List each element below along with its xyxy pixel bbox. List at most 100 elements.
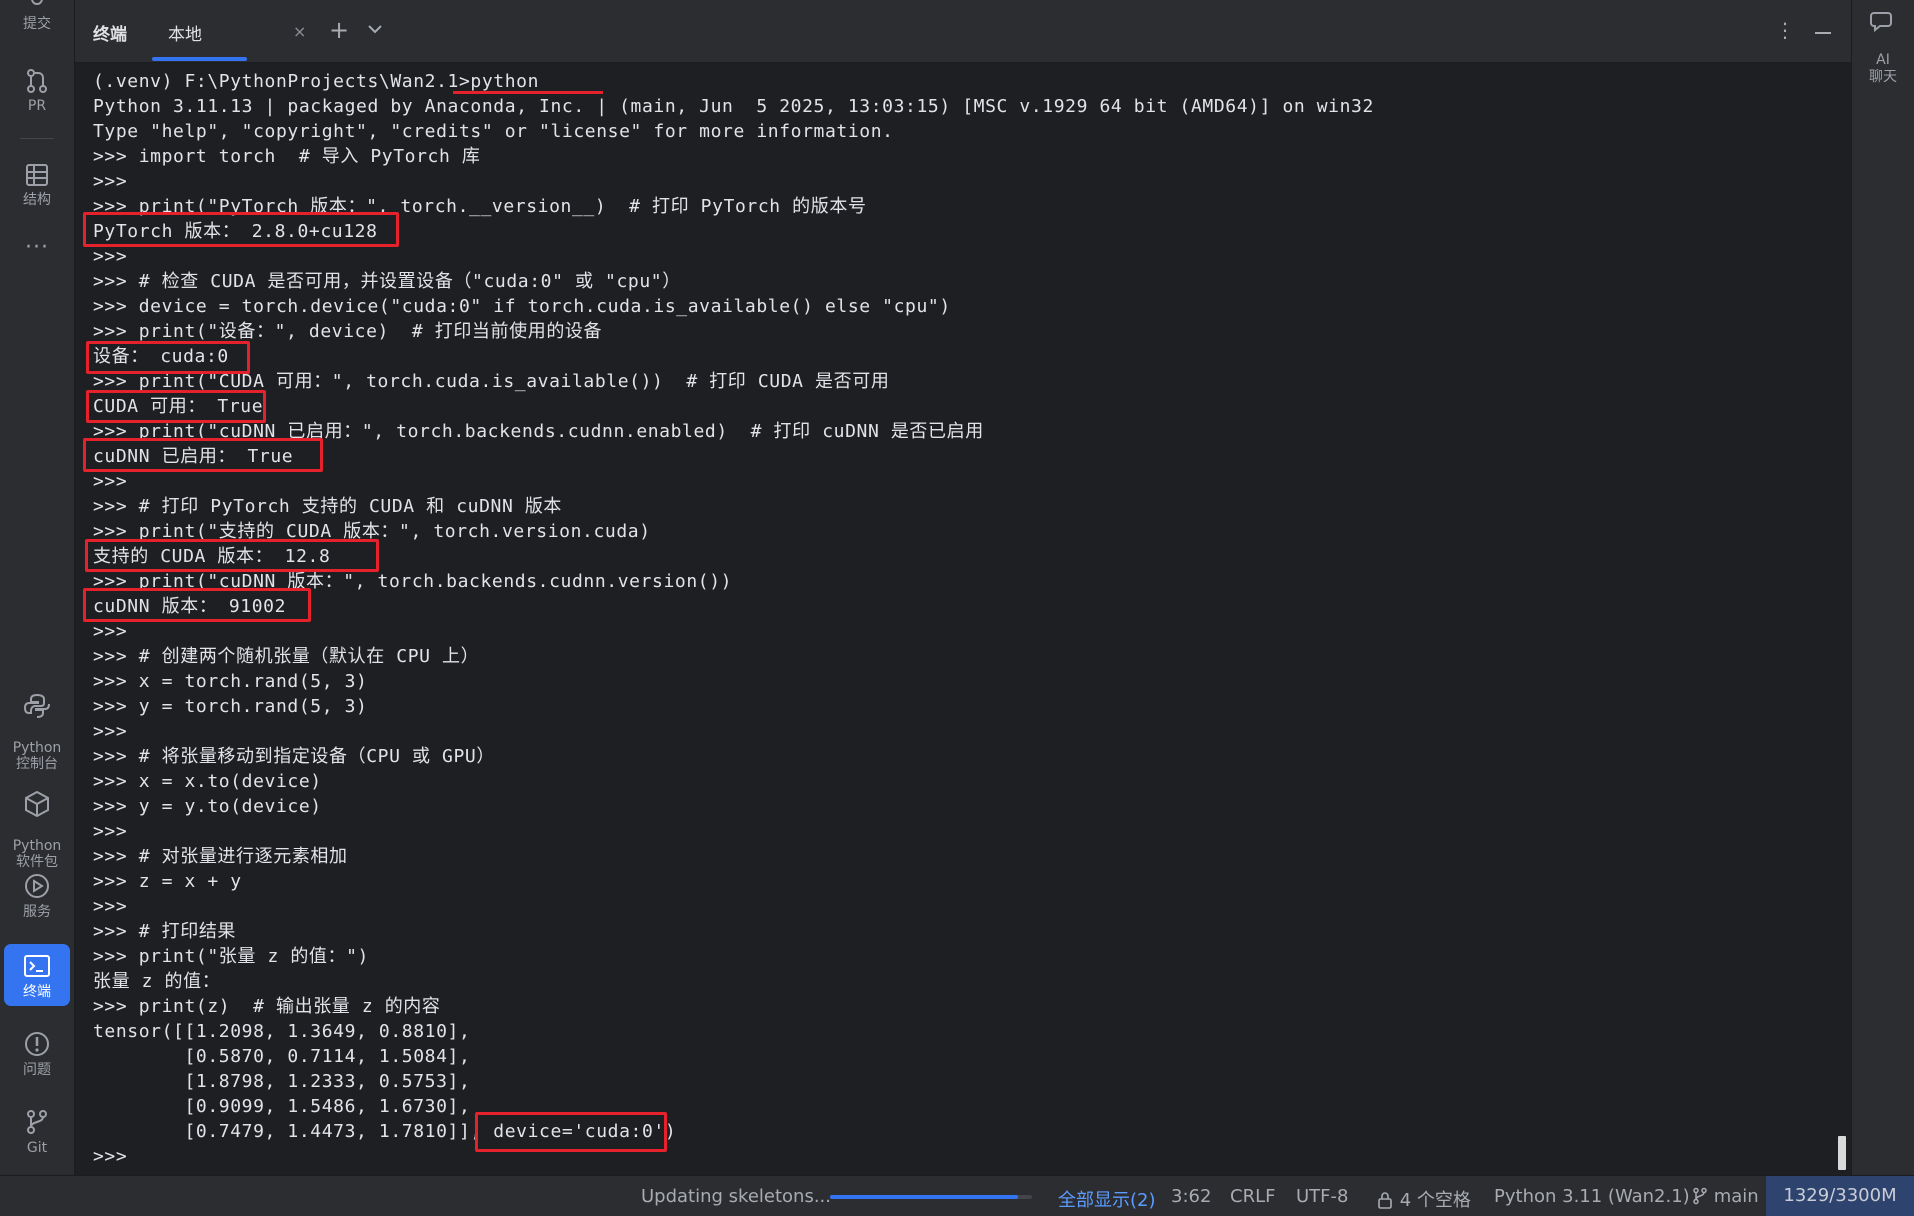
sidebar-item-structure[interactable]: 结构 (4, 162, 70, 208)
tab-close-icon[interactable]: × (293, 22, 306, 41)
left-tool-window-bar: 提交 PR 结构 ··· Python 控制台 Python 软件包 服务 终端… (0, 0, 75, 1175)
status-bar: Updating skeletons... 全部显示(2) 3:62 CRLF … (0, 1175, 1914, 1216)
terminal-icon (24, 955, 50, 977)
terminal-line: >>> # 检查 CUDA 是否可用，并设置设备（"cuda:0" 或 "cpu… (93, 271, 681, 292)
structure-icon (26, 164, 48, 186)
commit-icon (31, 0, 43, 5)
python-interpreter[interactable]: Python 3.11 (Wan2.1) (1494, 1186, 1690, 1207)
annotation-box (475, 1112, 667, 1152)
annotation-box (83, 212, 399, 247)
python-packages-icon (25, 790, 49, 818)
terminal-line: >>> # 将张量移动到指定设备（CPU 或 GPU） (93, 746, 495, 767)
show-all-tasks-link[interactable]: 全部显示(2) (1058, 1186, 1156, 1212)
sidebar-item-label: 问题 (23, 1062, 51, 1078)
terminal-line: Type "help", "copyright", "credits" or "… (93, 121, 894, 142)
terminal-line: >>> # 创建两个随机张量（默认在 CPU 上） (93, 646, 480, 667)
sidebar-item-services[interactable]: 服务 (4, 872, 70, 920)
terminal-line: >>> (93, 621, 128, 642)
progress-fill (830, 1195, 1018, 1199)
branch-icon (1693, 1187, 1707, 1205)
terminal-line: [1.8798, 1.2333, 0.5753], (93, 1071, 471, 1092)
terminal-line: >>> x = torch.rand(5, 3) (93, 671, 368, 692)
active-tab-indicator (152, 57, 247, 61)
sidebar-item-label: 服务 (23, 904, 51, 920)
sidebar-divider (20, 138, 54, 139)
terminal-line: tensor([[1.2098, 1.3649, 0.8810], (93, 1021, 471, 1042)
annotation-box (86, 390, 266, 423)
terminal-line: >>> print(z) # 输出张量 z 的内容 (93, 996, 441, 1017)
ai-chat-button[interactable]: AI 聊天 (1852, 0, 1914, 86)
annotation-box (83, 588, 311, 622)
file-encoding[interactable]: UTF-8 (1296, 1186, 1348, 1207)
annotation-box (85, 539, 379, 572)
lock-icon (1378, 1192, 1392, 1209)
terminal-line: >>> (93, 1146, 128, 1167)
terminal-line: >>> print("张量 z 的值：") (93, 946, 369, 967)
terminal-line: >>> (93, 246, 128, 267)
terminal-line: >>> z = x + y (93, 871, 242, 892)
terminal-line: >>> (93, 821, 128, 842)
sidebar-item-problems[interactable]: 问题 (4, 1030, 70, 1078)
terminal-line: >>> device = torch.device("cuda:0" if to… (93, 296, 951, 317)
caret-position[interactable]: 3:62 (1171, 1186, 1211, 1207)
problems-icon (25, 1032, 49, 1056)
sidebar-item-python-packages[interactable]: Python 软件包 (4, 774, 70, 870)
ai-chat-label: AI 聊天 (1869, 52, 1897, 85)
terminal-line: >>> x = x.to(device) (93, 771, 322, 792)
more-icon: ··· (25, 235, 49, 260)
terminal-line: >>> (93, 171, 128, 192)
terminal-line: 张量 z 的值： (93, 971, 221, 992)
terminal-line: >>> (93, 471, 128, 492)
terminal-line: >>> y = torch.rand(5, 3) (93, 696, 368, 717)
indent-setting[interactable]: 4 个空格 (1376, 1186, 1471, 1212)
tab-local[interactable]: 本地 (168, 20, 202, 45)
chevron-down-icon[interactable] (367, 22, 383, 36)
terminal-line: >>> (93, 896, 128, 917)
branch-name: main (1713, 1186, 1759, 1207)
background-task-progress (830, 1195, 1032, 1199)
sidebar-item-commit[interactable]: 提交 (4, 0, 70, 32)
python-console-icon (23, 693, 50, 718)
terminal-line: Python 3.11.13 | packaged by Anaconda, I… (93, 96, 1374, 117)
git-branch-widget[interactable]: main (1692, 1186, 1759, 1207)
terminal-line: >>> y = y.to(device) (93, 796, 322, 817)
sidebar-item-label: 提交 (23, 16, 51, 32)
background-task-label[interactable]: Updating skeletons... (641, 1186, 831, 1207)
terminal-line: >>> # 打印 PyTorch 支持的 CUDA 和 cuDNN 版本 (93, 496, 563, 517)
terminal-line: >>> (93, 721, 128, 742)
terminal-line: >>> # 对张量进行逐元素相加 (93, 846, 348, 867)
terminal-line: [0.5870, 0.7114, 1.5084], (93, 1046, 471, 1067)
terminal-tab-header: 终端 本地 × + ⋮ (75, 0, 1851, 63)
pull-request-icon (27, 69, 47, 93)
terminal-line: >>> import torch # 导入 PyTorch 库 (93, 146, 481, 167)
ai-chat-icon (1870, 12, 1892, 33)
git-icon (27, 1110, 47, 1134)
services-icon (25, 874, 49, 898)
annotation-underline (453, 91, 603, 94)
right-tool-window-bar: AI 聊天 (1851, 0, 1914, 1175)
sidebar-item-label: 结构 (23, 192, 51, 208)
new-tab-button[interactable]: + (329, 16, 349, 44)
terminal-output[interactable]: (.venv) F:\PythonProjects\Wan2.1>python P… (75, 63, 1851, 1175)
sidebar-item-python-console[interactable]: Python 控制台 (4, 676, 70, 772)
sidebar-item-label: Python 控制台 (12, 740, 62, 772)
sidebar-item-pr[interactable]: PR (4, 68, 70, 114)
indent-label: 4 个空格 (1399, 1190, 1471, 1211)
sidebar-item-terminal[interactable]: 终端 (4, 944, 70, 1006)
annotation-box (83, 438, 323, 472)
line-separator[interactable]: CRLF (1230, 1186, 1275, 1207)
minimize-icon[interactable] (1815, 32, 1831, 34)
sidebar-item-git[interactable]: Git (4, 1108, 70, 1156)
terminal-scrollbar[interactable] (1838, 1136, 1846, 1170)
kebab-menu-icon[interactable]: ⋮ (1775, 18, 1795, 42)
tool-window-title: 终端 (93, 25, 127, 45)
annotation-box (86, 341, 250, 374)
terminal-line: [0.9099, 1.5486, 1.6730], (93, 1096, 471, 1117)
sidebar-more-button[interactable]: ··· (4, 237, 70, 259)
sidebar-item-label: Git (26, 1140, 48, 1156)
memory-indicator[interactable]: 1329/3300M (1766, 1176, 1914, 1216)
sidebar-item-label: 终端 (23, 984, 51, 1000)
sidebar-item-label: Python 软件包 (12, 838, 62, 870)
terminal-line: >>> # 打印结果 (93, 921, 237, 942)
sidebar-item-label: PR (27, 98, 47, 114)
